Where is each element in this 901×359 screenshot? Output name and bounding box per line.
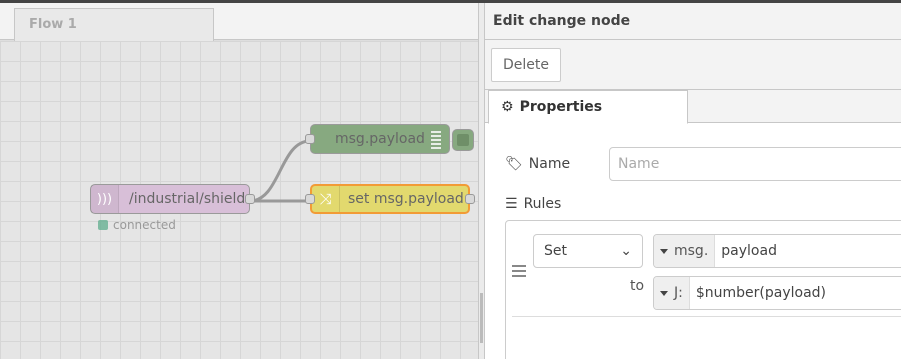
value-type-selector[interactable]: J: bbox=[654, 277, 690, 309]
signal-icon: ))) bbox=[91, 185, 119, 213]
rules-list[interactable]: Set ⌄ msg. payload to J: $number(payload… bbox=[505, 220, 901, 359]
tab-flow-1[interactable]: Flow 1 bbox=[14, 8, 214, 41]
flow-tab-label: Flow 1 bbox=[29, 17, 77, 32]
mqtt-in-node[interactable]: ))) /industrial/shields bbox=[90, 184, 255, 214]
jsonata-icon: J: bbox=[674, 285, 683, 301]
tray-toolbar: Delete bbox=[485, 40, 901, 90]
properties-form: 🏷 Name Name ☰ Rules Set ⌄ msg. payload t… bbox=[485, 124, 901, 359]
rule-value-input[interactable]: J: $number(payload) bbox=[653, 276, 901, 310]
debug-node-label: msg.payload bbox=[335, 131, 425, 147]
chevron-down-icon: ⌄ bbox=[620, 243, 632, 259]
tab-properties-label: Properties bbox=[519, 99, 603, 115]
flow-tab-bar: Flow 1 bbox=[0, 3, 478, 41]
rule-action-value: Set bbox=[544, 243, 567, 259]
output-port[interactable] bbox=[465, 194, 475, 204]
target-value: payload bbox=[721, 243, 777, 259]
caret-down-icon bbox=[660, 248, 668, 254]
flow-workspace: Flow 1 ))) /industrial/shields connected… bbox=[0, 3, 478, 359]
target-type-selector[interactable]: msg. bbox=[654, 235, 716, 267]
node-status: connected bbox=[98, 218, 176, 232]
input-port[interactable] bbox=[305, 134, 315, 144]
edit-tray: Edit change node Delete ⚙ Properties 🏷 N… bbox=[485, 3, 901, 359]
debug-node[interactable]: msg.payload bbox=[305, 124, 450, 154]
output-port[interactable] bbox=[245, 194, 255, 204]
flow-canvas[interactable]: ))) /industrial/shields connected msg.pa… bbox=[0, 41, 478, 359]
gear-icon: ⚙ bbox=[501, 99, 514, 115]
rules-label: Rules bbox=[523, 196, 562, 212]
tray-title: Edit change node bbox=[493, 13, 631, 29]
rule-item: Set ⌄ msg. payload to J: $number(payload… bbox=[512, 227, 901, 317]
rule-action-select[interactable]: Set ⌄ bbox=[533, 234, 643, 268]
rule-value: $number(payload) bbox=[695, 285, 827, 301]
rules-row-label: ☰ Rules bbox=[505, 196, 561, 212]
name-row-label: 🏷 Name bbox=[505, 156, 570, 172]
rule-target-input[interactable]: msg. payload bbox=[653, 234, 901, 268]
panel-divider[interactable] bbox=[478, 3, 485, 359]
name-placeholder: Name bbox=[618, 156, 660, 172]
status-text: connected bbox=[113, 218, 176, 232]
to-label: to bbox=[630, 278, 645, 294]
wire-mqtt-to-debug bbox=[249, 139, 311, 203]
change-node-label: set msg.payload bbox=[348, 191, 464, 207]
name-label: Name bbox=[528, 156, 571, 172]
tag-icon: 🏷 bbox=[505, 156, 523, 172]
status-dot-icon bbox=[98, 220, 108, 230]
shuffle-icon: ⤨ bbox=[312, 186, 340, 212]
caret-down-icon bbox=[660, 290, 668, 296]
mqtt-node-label: /industrial/shields bbox=[129, 191, 253, 207]
change-node[interactable]: ⤨ set msg.payload bbox=[305, 184, 475, 214]
tab-properties[interactable]: ⚙ Properties bbox=[488, 90, 688, 124]
debug-toggle-button[interactable] bbox=[452, 129, 474, 151]
drag-handle-icon[interactable] bbox=[512, 265, 526, 277]
delete-button[interactable]: Delete bbox=[491, 48, 561, 82]
list-icon: ☰ bbox=[505, 196, 518, 212]
target-type-label: msg. bbox=[674, 243, 709, 259]
list-icon bbox=[431, 131, 441, 149]
name-input[interactable]: Name bbox=[609, 147, 901, 181]
tray-header: Edit change node bbox=[485, 3, 901, 40]
tray-tabs: ⚙ Properties bbox=[485, 90, 901, 124]
